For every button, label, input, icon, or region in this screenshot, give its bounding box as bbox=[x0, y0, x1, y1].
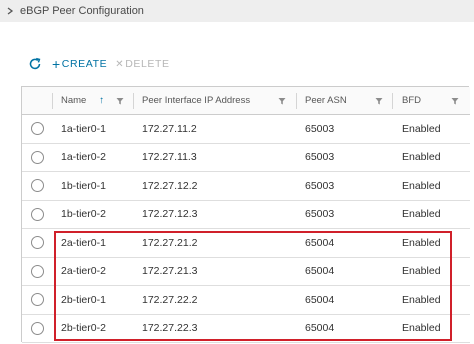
filter-icon[interactable] bbox=[451, 97, 459, 105]
column-header-name[interactable]: Name bbox=[61, 87, 86, 114]
column-header-ip-label: Peer Interface IP Address bbox=[142, 95, 251, 106]
cell-name: 2a-tier0-2 bbox=[61, 265, 106, 278]
cell-bfd: Enabled bbox=[402, 179, 441, 192]
cell-ip: 172.27.21.2 bbox=[142, 236, 198, 249]
table-row[interactable]: 1b-tier0-2 172.27.12.3 65003 Enabled bbox=[22, 201, 470, 229]
cell-name: 1a-tier0-2 bbox=[61, 151, 106, 164]
cell-asn: 65004 bbox=[305, 265, 335, 278]
column-separator bbox=[392, 93, 393, 109]
sort-up-icon[interactable]: ↑ bbox=[99, 95, 104, 106]
peer-grid: Name ↑ Peer Interface IP Address Peer AS… bbox=[21, 86, 470, 343]
cell-ip: 172.27.12.3 bbox=[142, 208, 198, 221]
create-label: CREATE bbox=[61, 58, 108, 70]
grid-header: Name ↑ Peer Interface IP Address Peer AS… bbox=[22, 87, 470, 115]
cell-bfd: Enabled bbox=[402, 151, 441, 164]
cell-asn: 65003 bbox=[305, 208, 335, 221]
cell-asn: 65004 bbox=[305, 236, 335, 249]
column-separator bbox=[52, 93, 53, 109]
delete-label: DELETE bbox=[125, 58, 170, 70]
cell-bfd: Enabled bbox=[402, 293, 441, 306]
cell-asn: 65003 bbox=[305, 151, 335, 164]
row-select-radio[interactable] bbox=[31, 179, 44, 193]
column-separator bbox=[296, 93, 297, 109]
cell-asn: 65004 bbox=[305, 293, 335, 306]
row-select-radio[interactable] bbox=[31, 264, 44, 278]
chevron-right-icon[interactable] bbox=[6, 7, 14, 15]
table-row[interactable]: 2b-tier0-2 172.27.22.3 65004 Enabled bbox=[22, 315, 470, 343]
cell-asn: 65003 bbox=[305, 122, 335, 135]
column-header-bfd[interactable]: BFD bbox=[402, 87, 421, 114]
create-button[interactable]: + CREATE bbox=[52, 57, 107, 71]
table-row[interactable]: 1a-tier0-2 172.27.11.3 65003 Enabled bbox=[22, 144, 470, 172]
row-select-radio[interactable] bbox=[31, 293, 44, 307]
column-header-name-label: Name bbox=[61, 95, 87, 106]
table-row[interactable]: 2b-tier0-1 172.27.22.2 65004 Enabled bbox=[22, 286, 470, 315]
cell-asn: 65004 bbox=[305, 322, 335, 335]
row-select-radio[interactable] bbox=[31, 150, 44, 164]
cell-bfd: Enabled bbox=[402, 208, 441, 221]
cell-name: 2b-tier0-2 bbox=[61, 322, 106, 335]
grid-toolbar: + CREATE ✕ DELETE bbox=[28, 56, 170, 72]
plus-icon: + bbox=[52, 56, 61, 72]
cell-ip: 172.27.11.2 bbox=[142, 122, 197, 135]
row-select-radio[interactable] bbox=[31, 122, 44, 136]
cell-name: 1a-tier0-1 bbox=[61, 122, 106, 135]
row-select-radio[interactable] bbox=[31, 321, 44, 335]
filter-icon[interactable] bbox=[278, 97, 286, 105]
column-header-asn-label: Peer ASN bbox=[305, 95, 347, 106]
close-icon: ✕ bbox=[115, 58, 125, 70]
cell-name: 1b-tier0-2 bbox=[61, 208, 106, 221]
panel-header[interactable]: eBGP Peer Configuration bbox=[0, 0, 474, 22]
refresh-icon[interactable] bbox=[28, 57, 42, 71]
cell-name: 2a-tier0-1 bbox=[61, 236, 106, 249]
column-header-asn[interactable]: Peer ASN bbox=[305, 87, 347, 114]
delete-button[interactable]: ✕ DELETE bbox=[115, 58, 169, 70]
cell-bfd: Enabled bbox=[402, 236, 441, 249]
table-row[interactable]: 1a-tier0-1 172.27.11.2 65003 Enabled bbox=[22, 115, 470, 144]
cell-bfd: Enabled bbox=[402, 322, 441, 335]
cell-name: 2b-tier0-1 bbox=[61, 293, 106, 306]
cell-ip: 172.27.22.3 bbox=[142, 322, 198, 335]
cell-asn: 65003 bbox=[305, 179, 335, 192]
table-row[interactable]: 2a-tier0-1 172.27.21.2 65004 Enabled bbox=[22, 229, 470, 258]
panel-title: eBGP Peer Configuration bbox=[20, 5, 144, 17]
table-row[interactable]: 1b-tier0-1 172.27.12.2 65003 Enabled bbox=[22, 172, 470, 201]
cell-bfd: Enabled bbox=[402, 265, 441, 278]
cell-name: 1b-tier0-1 bbox=[61, 179, 106, 192]
row-select-radio[interactable] bbox=[31, 236, 44, 250]
column-header-ip[interactable]: Peer Interface IP Address bbox=[142, 87, 250, 114]
cell-ip: 172.27.22.2 bbox=[142, 293, 198, 306]
table-row[interactable]: 2a-tier0-2 172.27.21.3 65004 Enabled bbox=[22, 258, 470, 286]
column-separator bbox=[133, 93, 134, 109]
cell-ip: 172.27.21.3 bbox=[142, 265, 198, 278]
filter-icon[interactable] bbox=[375, 97, 383, 105]
cell-ip: 172.27.11.3 bbox=[142, 151, 197, 164]
cell-ip: 172.27.12.2 bbox=[142, 179, 198, 192]
column-header-bfd-label: BFD bbox=[402, 95, 421, 106]
filter-icon[interactable] bbox=[116, 97, 124, 105]
row-select-radio[interactable] bbox=[31, 207, 44, 221]
cell-bfd: Enabled bbox=[402, 122, 441, 135]
